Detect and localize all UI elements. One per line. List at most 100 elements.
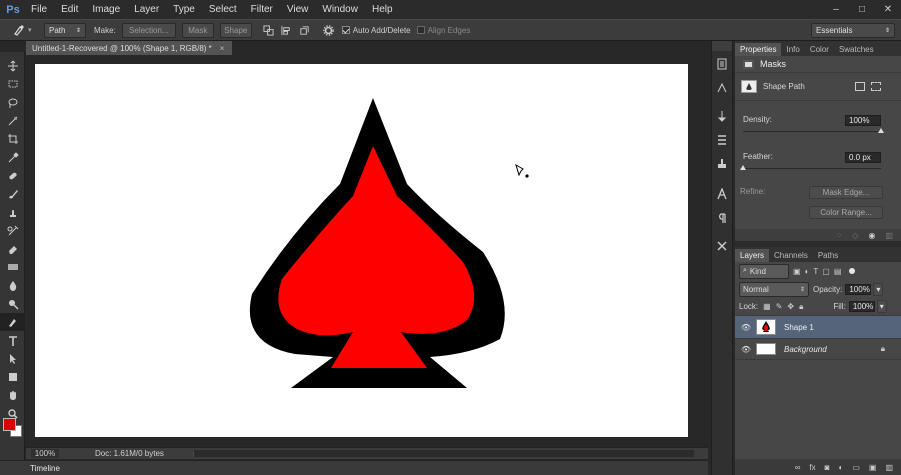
clone-source-icon[interactable] — [712, 153, 732, 175]
add-pixel-mask-icon[interactable] — [855, 82, 865, 91]
trash-icon[interactable]: ▥ — [885, 463, 893, 472]
lock-image-icon[interactable]: ✎ — [776, 302, 783, 311]
spot-healing-brush-tool-icon[interactable] — [0, 167, 25, 185]
density-input[interactable]: 100% — [845, 115, 881, 126]
tab-swatches[interactable]: Swatches — [834, 43, 879, 56]
layer-row-background[interactable]: 👁︎ Background 🔒︎ — [735, 339, 901, 360]
add-vector-mask-icon[interactable] — [871, 82, 881, 91]
density-slider-track[interactable] — [743, 131, 881, 132]
opacity-input[interactable]: 100% — [845, 283, 872, 295]
align-edges-checkbox[interactable] — [416, 26, 425, 34]
path-operations-icon[interactable] — [260, 22, 278, 38]
menu-edit[interactable]: Edit — [54, 0, 85, 19]
gradient-tool-icon[interactable] — [0, 258, 25, 276]
document-tab[interactable]: Untitled-1-Recovered @ 100% (Shape 1, RG… — [26, 41, 232, 55]
blend-mode-select[interactable]: Normal ⇕ — [739, 281, 809, 297]
horizontal-scrollbar[interactable] — [194, 450, 694, 457]
layer-row-shape-1[interactable]: 👁︎ Shape 1 — [735, 316, 901, 339]
add-mask-icon[interactable]: ◙ — [825, 463, 830, 472]
foreground-color-swatch-top[interactable] — [3, 418, 16, 431]
marquee-tool-icon[interactable] — [0, 75, 25, 93]
tab-paths[interactable]: Paths — [813, 249, 843, 262]
layer-name[interactable]: Background — [784, 345, 827, 354]
filter-smart-object-icon[interactable]: ▤ — [834, 267, 842, 276]
path-selection-tool-icon[interactable] — [0, 350, 25, 368]
menu-filter[interactable]: Filter — [244, 0, 280, 19]
history-icon[interactable] — [712, 53, 732, 75]
menu-type[interactable]: Type — [166, 0, 202, 19]
layer-style-icon[interactable]: fx — [809, 463, 815, 472]
menu-window[interactable]: Window — [315, 0, 365, 19]
auto-add-delete-checkbox[interactable] — [341, 26, 350, 34]
brush-settings-icon[interactable] — [712, 105, 732, 127]
fill-dropdown-arrow-icon[interactable]: ▾ — [876, 300, 887, 313]
mask-edge-button[interactable]: Mask Edge... — [809, 186, 883, 199]
load-selection-icon[interactable]: ⁘ — [836, 231, 843, 240]
type-tool-icon[interactable] — [0, 331, 25, 349]
visibility-eye-icon[interactable]: 👁︎ — [739, 323, 753, 332]
pen-tool-preset-icon[interactable] — [10, 22, 28, 38]
menu-help[interactable]: Help — [365, 0, 400, 19]
canvas[interactable] — [35, 64, 688, 437]
brush-tool-icon[interactable] — [0, 185, 25, 203]
zoom-level[interactable]: 100% — [31, 449, 59, 458]
link-layers-icon[interactable]: ∞ — [795, 463, 801, 472]
tab-layers[interactable]: Layers — [735, 249, 770, 262]
eyedropper-tool-icon[interactable] — [0, 148, 25, 166]
lock-all-icon[interactable]: 🔒︎ — [799, 302, 803, 312]
make-mask-button[interactable]: Mask — [181, 22, 214, 38]
filter-kind-select[interactable]: ⌕ Kind — [739, 263, 789, 279]
opacity-dropdown-arrow-icon[interactable]: ▾ — [873, 282, 884, 296]
menu-select[interactable]: Select — [202, 0, 244, 19]
tab-info[interactable]: Info — [781, 43, 804, 56]
actions-icon[interactable] — [712, 77, 732, 99]
dock-grip[interactable] — [712, 41, 732, 51]
path-arrangement-icon[interactable] — [296, 22, 314, 38]
menu-file[interactable]: File — [24, 0, 54, 19]
filter-shape-icon[interactable]: ▢ — [822, 267, 830, 276]
eraser-tool-icon[interactable] — [0, 240, 25, 258]
minimize-button[interactable]: – — [823, 0, 849, 19]
adjustment-layer-icon[interactable]: ◐ — [838, 463, 843, 472]
menu-image[interactable]: Image — [85, 0, 127, 19]
make-shape-button[interactable]: Shape — [219, 22, 252, 38]
layer-name[interactable]: Shape 1 — [784, 323, 814, 332]
lock-transparent-icon[interactable]: ▦ — [763, 302, 771, 311]
crop-tool-icon[interactable] — [0, 130, 25, 148]
make-selection-button[interactable]: Selection... — [121, 22, 176, 38]
menu-layer[interactable]: Layer — [127, 0, 166, 19]
maximize-button[interactable]: □ — [849, 0, 875, 19]
paragraph-icon[interactable] — [712, 207, 732, 229]
feather-slider-track[interactable] — [743, 168, 881, 169]
close-tab-icon[interactable]: × — [220, 44, 225, 53]
timeline-panel-tab[interactable]: Timeline — [0, 460, 708, 475]
move-tool-icon[interactable] — [0, 57, 25, 75]
apply-mask-icon[interactable]: ◇ — [852, 231, 858, 240]
feather-slider-thumb[interactable] — [740, 165, 746, 170]
vector-mask-icon[interactable] — [741, 80, 757, 93]
new-layer-icon[interactable]: ▣ — [869, 463, 877, 472]
tab-channels[interactable]: Channels — [769, 249, 813, 262]
trash-icon[interactable]: ▥ — [885, 231, 893, 240]
hand-tool-icon[interactable] — [0, 386, 25, 404]
lock-position-icon[interactable]: ✥ — [787, 302, 794, 311]
gear-icon[interactable] — [320, 22, 338, 38]
dodge-tool-icon[interactable] — [0, 295, 25, 313]
blur-tool-icon[interactable] — [0, 277, 25, 295]
menu-view[interactable]: View — [280, 0, 316, 19]
filter-type-icon[interactable]: T — [813, 267, 818, 276]
rectangle-shape-tool-icon[interactable] — [0, 368, 25, 386]
new-group-icon[interactable]: ▭ — [852, 463, 860, 472]
lasso-tool-icon[interactable] — [0, 94, 25, 112]
color-range-button[interactable]: Color Range... — [809, 206, 883, 219]
quick-selection-tool-icon[interactable] — [0, 112, 25, 130]
fill-input[interactable]: 100% — [848, 301, 875, 312]
filter-adjustment-icon[interactable]: ◐ — [805, 267, 810, 276]
feather-input[interactable]: 0.0 px — [845, 152, 881, 163]
filter-toggle-icon[interactable] — [849, 268, 856, 274]
filter-image-icon[interactable]: ▣ — [793, 267, 801, 276]
history-brush-tool-icon[interactable] — [0, 222, 25, 240]
workspace-select[interactable]: Essentials ⇕ — [811, 23, 895, 38]
tool-presets-icon[interactable] — [712, 235, 732, 257]
close-button[interactable]: ✕ — [875, 0, 901, 19]
